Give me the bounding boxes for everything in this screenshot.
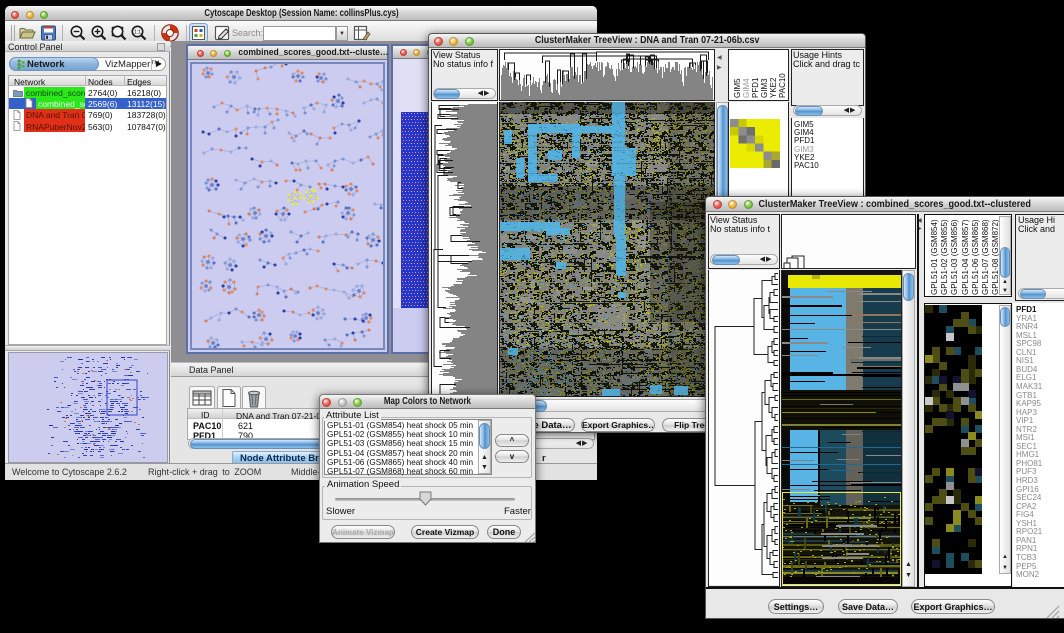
svg-text:1:1: 1:1 [134,30,141,36]
